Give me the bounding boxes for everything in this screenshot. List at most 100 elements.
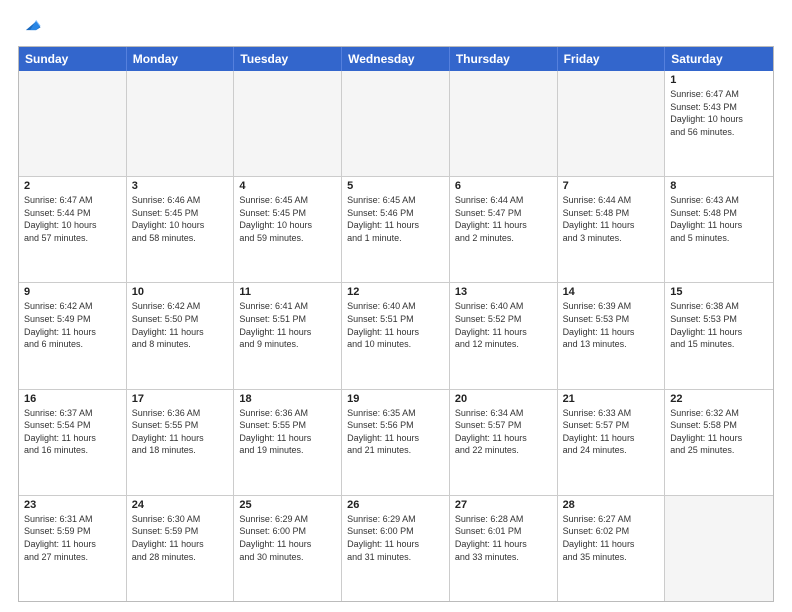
day-info: Sunrise: 6:42 AM Sunset: 5:49 PM Dayligh… xyxy=(24,300,121,350)
empty-cell xyxy=(558,71,666,176)
header-day-wednesday: Wednesday xyxy=(342,47,450,71)
empty-cell xyxy=(665,496,773,601)
day-info: Sunrise: 6:30 AM Sunset: 5:59 PM Dayligh… xyxy=(132,513,229,563)
header-day-sunday: Sunday xyxy=(19,47,127,71)
day-cell-3: 3 Sunrise: 6:46 AM Sunset: 5:45 PM Daylig… xyxy=(127,177,235,282)
day-info: Sunrise: 6:27 AM Sunset: 6:02 PM Dayligh… xyxy=(563,513,660,563)
day-info: Sunrise: 6:47 AM Sunset: 5:43 PM Dayligh… xyxy=(670,88,768,138)
day-number: 15 xyxy=(670,286,768,298)
day-info: Sunrise: 6:29 AM Sunset: 6:00 PM Dayligh… xyxy=(239,513,336,563)
header-day-monday: Monday xyxy=(127,47,235,71)
calendar-row-2: 2 Sunrise: 6:47 AM Sunset: 5:44 PM Daylig… xyxy=(19,176,773,282)
empty-cell xyxy=(19,71,127,176)
day-cell-27: 27Sunrise: 6:28 AM Sunset: 6:01 PM Dayli… xyxy=(450,496,558,601)
calendar-header: SundayMondayTuesdayWednesdayThursdayFrid… xyxy=(19,47,773,71)
day-number: 21 xyxy=(563,393,660,405)
page: SundayMondayTuesdayWednesdayThursdayFrid… xyxy=(0,0,792,612)
day-cell-4: 4 Sunrise: 6:45 AM Sunset: 5:45 PM Daylig… xyxy=(234,177,342,282)
day-cell-11: 11Sunrise: 6:41 AM Sunset: 5:51 PM Dayli… xyxy=(234,283,342,388)
day-info: Sunrise: 6:32 AM Sunset: 5:58 PM Dayligh… xyxy=(670,407,768,457)
day-cell-10: 10Sunrise: 6:42 AM Sunset: 5:50 PM Dayli… xyxy=(127,283,235,388)
day-info: Sunrise: 6:46 AM Sunset: 5:45 PM Dayligh… xyxy=(132,194,229,244)
day-cell-17: 17 Sunrise: 6:36 AM Sunset: 5:55 PM Dayli… xyxy=(127,390,235,495)
day-info: Sunrise: 6:43 AM Sunset: 5:48 PM Dayligh… xyxy=(670,194,768,244)
header-day-friday: Friday xyxy=(558,47,666,71)
day-cell-6: 6Sunrise: 6:44 AM Sunset: 5:47 PM Daylig… xyxy=(450,177,558,282)
day-info: Sunrise: 6:34 AM Sunset: 5:57 PM Dayligh… xyxy=(455,407,552,457)
day-info: Sunrise: 6:38 AM Sunset: 5:53 PM Dayligh… xyxy=(670,300,768,350)
header-day-saturday: Saturday xyxy=(665,47,773,71)
day-cell-25: 25 Sunrise: 6:29 AM Sunset: 6:00 PM Dayli… xyxy=(234,496,342,601)
day-number: 10 xyxy=(132,286,229,298)
calendar-row-4: 16Sunrise: 6:37 AM Sunset: 5:54 PM Dayli… xyxy=(19,389,773,495)
day-number: 17 xyxy=(132,393,229,405)
logo-icon xyxy=(20,14,42,36)
day-info: Sunrise: 6:47 AM Sunset: 5:44 PM Dayligh… xyxy=(24,194,121,244)
day-cell-12: 12 Sunrise: 6:40 AM Sunset: 5:51 PM Dayli… xyxy=(342,283,450,388)
day-info: Sunrise: 6:40 AM Sunset: 5:52 PM Dayligh… xyxy=(455,300,552,350)
day-info: Sunrise: 6:31 AM Sunset: 5:59 PM Dayligh… xyxy=(24,513,121,563)
day-number: 2 xyxy=(24,180,121,192)
calendar-body: 1 Sunrise: 6:47 AM Sunset: 5:43 PM Daylig… xyxy=(19,71,773,601)
day-number: 22 xyxy=(670,393,768,405)
day-cell-26: 26 Sunrise: 6:29 AM Sunset: 6:00 PM Dayli… xyxy=(342,496,450,601)
day-cell-28: 28 Sunrise: 6:27 AM Sunset: 6:02 PM Dayli… xyxy=(558,496,666,601)
day-cell-16: 16Sunrise: 6:37 AM Sunset: 5:54 PM Dayli… xyxy=(19,390,127,495)
day-cell-13: 13 Sunrise: 6:40 AM Sunset: 5:52 PM Dayli… xyxy=(450,283,558,388)
day-number: 23 xyxy=(24,499,121,511)
day-info: Sunrise: 6:45 AM Sunset: 5:45 PM Dayligh… xyxy=(239,194,336,244)
day-number: 14 xyxy=(563,286,660,298)
day-number: 12 xyxy=(347,286,444,298)
logo xyxy=(18,18,42,36)
day-number: 20 xyxy=(455,393,552,405)
header-day-tuesday: Tuesday xyxy=(234,47,342,71)
empty-cell xyxy=(450,71,558,176)
day-cell-1: 1 Sunrise: 6:47 AM Sunset: 5:43 PM Daylig… xyxy=(665,71,773,176)
day-info: Sunrise: 6:33 AM Sunset: 5:57 PM Dayligh… xyxy=(563,407,660,457)
day-info: Sunrise: 6:45 AM Sunset: 5:46 PM Dayligh… xyxy=(347,194,444,244)
empty-cell xyxy=(234,71,342,176)
day-info: Sunrise: 6:36 AM Sunset: 5:55 PM Dayligh… xyxy=(239,407,336,457)
day-number: 18 xyxy=(239,393,336,405)
day-info: Sunrise: 6:36 AM Sunset: 5:55 PM Dayligh… xyxy=(132,407,229,457)
day-number: 25 xyxy=(239,499,336,511)
day-info: Sunrise: 6:28 AM Sunset: 6:01 PM Dayligh… xyxy=(455,513,552,563)
day-cell-18: 18 Sunrise: 6:36 AM Sunset: 5:55 PM Dayli… xyxy=(234,390,342,495)
header xyxy=(18,18,774,36)
day-info: Sunrise: 6:44 AM Sunset: 5:48 PM Dayligh… xyxy=(563,194,660,244)
calendar-row-5: 23 Sunrise: 6:31 AM Sunset: 5:59 PM Dayli… xyxy=(19,495,773,601)
day-cell-21: 21 Sunrise: 6:33 AM Sunset: 5:57 PM Dayli… xyxy=(558,390,666,495)
day-cell-2: 2 Sunrise: 6:47 AM Sunset: 5:44 PM Daylig… xyxy=(19,177,127,282)
day-number: 4 xyxy=(239,180,336,192)
day-cell-23: 23 Sunrise: 6:31 AM Sunset: 5:59 PM Dayli… xyxy=(19,496,127,601)
empty-cell xyxy=(342,71,450,176)
calendar-row-3: 9 Sunrise: 6:42 AM Sunset: 5:49 PM Daylig… xyxy=(19,282,773,388)
day-number: 1 xyxy=(670,74,768,86)
day-cell-24: 24 Sunrise: 6:30 AM Sunset: 5:59 PM Dayli… xyxy=(127,496,235,601)
day-cell-8: 8 Sunrise: 6:43 AM Sunset: 5:48 PM Daylig… xyxy=(665,177,773,282)
day-number: 13 xyxy=(455,286,552,298)
empty-cell xyxy=(127,71,235,176)
day-cell-7: 7 Sunrise: 6:44 AM Sunset: 5:48 PM Daylig… xyxy=(558,177,666,282)
day-info: Sunrise: 6:40 AM Sunset: 5:51 PM Dayligh… xyxy=(347,300,444,350)
header-day-thursday: Thursday xyxy=(450,47,558,71)
day-cell-15: 15 Sunrise: 6:38 AM Sunset: 5:53 PM Dayli… xyxy=(665,283,773,388)
day-cell-14: 14 Sunrise: 6:39 AM Sunset: 5:53 PM Dayli… xyxy=(558,283,666,388)
day-number: 8 xyxy=(670,180,768,192)
day-info: Sunrise: 6:29 AM Sunset: 6:00 PM Dayligh… xyxy=(347,513,444,563)
day-number: 24 xyxy=(132,499,229,511)
day-number: 26 xyxy=(347,499,444,511)
day-number: 3 xyxy=(132,180,229,192)
day-number: 7 xyxy=(563,180,660,192)
day-info: Sunrise: 6:35 AM Sunset: 5:56 PM Dayligh… xyxy=(347,407,444,457)
day-cell-22: 22 Sunrise: 6:32 AM Sunset: 5:58 PM Dayli… xyxy=(665,390,773,495)
day-info: Sunrise: 6:39 AM Sunset: 5:53 PM Dayligh… xyxy=(563,300,660,350)
day-number: 6 xyxy=(455,180,552,192)
day-cell-9: 9 Sunrise: 6:42 AM Sunset: 5:49 PM Daylig… xyxy=(19,283,127,388)
calendar: SundayMondayTuesdayWednesdayThursdayFrid… xyxy=(18,46,774,602)
day-number: 28 xyxy=(563,499,660,511)
calendar-row-1: 1 Sunrise: 6:47 AM Sunset: 5:43 PM Daylig… xyxy=(19,71,773,176)
day-number: 9 xyxy=(24,286,121,298)
day-info: Sunrise: 6:41 AM Sunset: 5:51 PM Dayligh… xyxy=(239,300,336,350)
day-cell-19: 19Sunrise: 6:35 AM Sunset: 5:56 PM Dayli… xyxy=(342,390,450,495)
